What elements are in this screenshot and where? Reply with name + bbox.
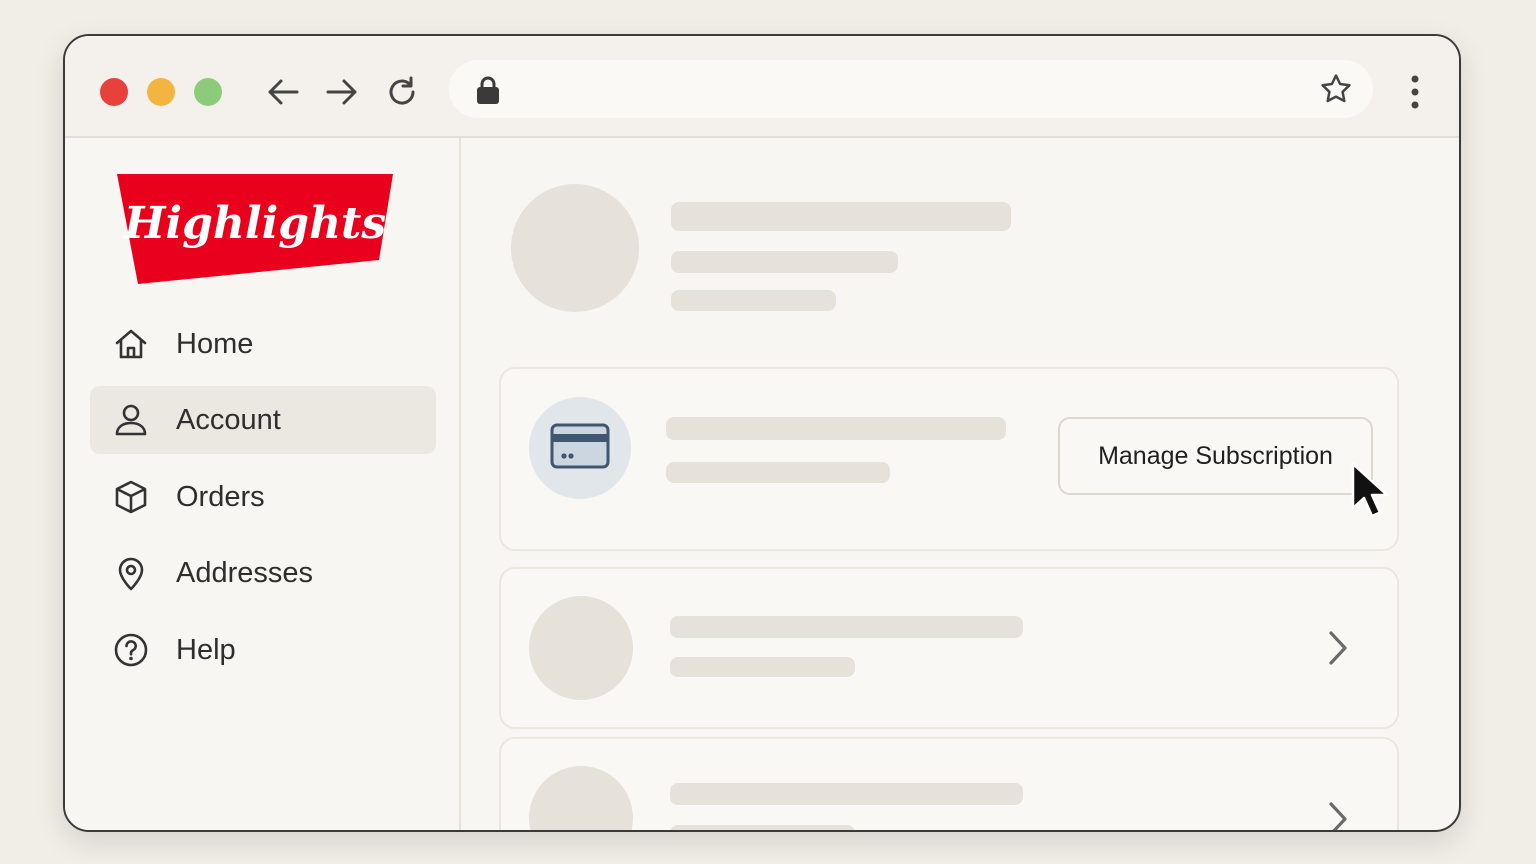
profile-line-placeholder	[671, 290, 836, 311]
sidebar: Highlights Home Account Orders Addresses…	[65, 138, 461, 830]
item-title-placeholder	[670, 616, 1023, 638]
chevron-right-icon[interactable]	[1323, 628, 1353, 668]
list-item[interactable]	[499, 567, 1399, 729]
profile-line-placeholder	[671, 251, 898, 273]
sidebar-item-label: Account	[176, 403, 281, 436]
address-bar[interactable]	[449, 60, 1373, 118]
minimize-window-button[interactable]	[147, 78, 175, 106]
svg-text:Highlights: Highlights	[122, 198, 386, 249]
sidebar-item-label: Home	[176, 327, 254, 360]
chevron-right-icon[interactable]	[1323, 799, 1353, 830]
home-icon	[112, 325, 150, 363]
highlights-logo[interactable]: Highlights	[115, 172, 395, 289]
sidebar-item-label: Help	[176, 633, 236, 666]
item-detail-placeholder	[670, 657, 855, 677]
sidebar-item-label: Orders	[176, 480, 265, 513]
map-pin-icon	[112, 554, 150, 592]
sidebar-item-home[interactable]: Home	[90, 310, 436, 378]
main-content: Manage Subscription	[461, 138, 1459, 830]
sidebar-item-help[interactable]: Help	[90, 616, 436, 684]
item-title-placeholder	[670, 783, 1023, 805]
browser-toolbar	[65, 36, 1459, 138]
box-icon	[112, 478, 150, 516]
lock-icon	[475, 75, 501, 110]
browser-window: Highlights Home Account Orders Addresses…	[63, 34, 1461, 832]
list-item[interactable]	[499, 737, 1399, 830]
credit-card-badge	[529, 397, 631, 499]
more-vertical-icon[interactable]	[1397, 73, 1433, 111]
sidebar-item-account[interactable]: Account	[90, 386, 436, 454]
forward-arrow-icon[interactable]	[323, 73, 361, 111]
mouse-pointer-icon	[1350, 462, 1390, 525]
user-icon	[112, 401, 150, 439]
subscription-detail-placeholder	[666, 462, 890, 483]
manage-subscription-button[interactable]: Manage Subscription	[1058, 417, 1373, 495]
item-detail-placeholder	[670, 825, 855, 830]
profile-avatar-placeholder	[511, 184, 639, 312]
sidebar-item-label: Addresses	[176, 556, 314, 589]
item-image-placeholder	[529, 596, 633, 700]
help-circle-icon	[112, 631, 150, 669]
star-icon[interactable]	[1319, 72, 1353, 111]
close-window-button[interactable]	[100, 78, 128, 106]
subscription-card: Manage Subscription	[499, 367, 1399, 551]
item-image-placeholder	[529, 766, 633, 830]
subscription-title-placeholder	[666, 417, 1006, 440]
back-arrow-icon[interactable]	[264, 73, 302, 111]
profile-name-placeholder	[671, 202, 1011, 231]
sidebar-item-orders[interactable]: Orders	[90, 463, 436, 531]
sidebar-item-addresses[interactable]: Addresses	[90, 539, 436, 607]
maximize-window-button[interactable]	[194, 78, 222, 106]
credit-card-icon	[550, 423, 610, 474]
reload-icon[interactable]	[383, 73, 421, 111]
